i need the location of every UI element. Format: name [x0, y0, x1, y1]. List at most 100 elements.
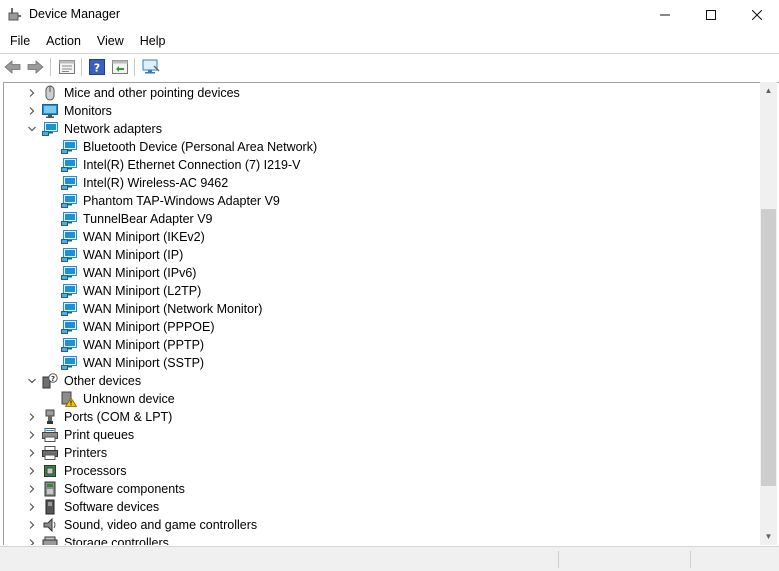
- chevron-right-icon[interactable]: [26, 411, 38, 423]
- menu-bar: File Action View Help: [0, 30, 779, 51]
- tree-device-row[interactable]: WAN Miniport (IP): [4, 246, 761, 264]
- tree-device-row[interactable]: Unknown device: [4, 390, 761, 408]
- tree-item-label: WAN Miniport (Network Monitor): [83, 302, 263, 316]
- tree-device-row[interactable]: WAN Miniport (PPTP): [4, 336, 761, 354]
- menu-action[interactable]: Action: [40, 34, 87, 48]
- network-adapter-icon: [61, 319, 77, 335]
- scroll-up-button[interactable]: ▲: [760, 82, 777, 99]
- tree-device-row[interactable]: Phantom TAP-Windows Adapter V9: [4, 192, 761, 210]
- tree-category-row[interactable]: Processors: [4, 462, 761, 480]
- device-manager-app-icon: [8, 7, 22, 21]
- chevron-right-icon[interactable]: [26, 537, 38, 545]
- tree-item-label: WAN Miniport (SSTP): [83, 356, 205, 370]
- menu-help[interactable]: Help: [134, 34, 172, 48]
- tree-item-label: TunnelBear Adapter V9: [83, 212, 213, 226]
- chevron-down-icon[interactable]: [26, 375, 38, 387]
- network-adapter-icon: [61, 211, 77, 227]
- toolbar-separator: [81, 58, 82, 76]
- tree-item-label: WAN Miniport (PPPOE): [83, 320, 215, 334]
- tree-category-row[interactable]: ? Other devices: [4, 372, 761, 390]
- tree-device-row[interactable]: WAN Miniport (PPPOE): [4, 318, 761, 336]
- menu-view[interactable]: View: [91, 34, 130, 48]
- tree-device-row[interactable]: Bluetooth Device (Personal Area Network): [4, 138, 761, 156]
- title-bar[interactable]: Device Manager: [0, 0, 779, 30]
- tree-category-row[interactable]: Storage controllers: [4, 534, 761, 545]
- printer-icon: [42, 445, 58, 461]
- network-adapter-icon: [61, 355, 77, 371]
- tree-device-row[interactable]: Intel(R) Ethernet Connection (7) I219-V: [4, 156, 761, 174]
- tree-device-row[interactable]: WAN Miniport (IKEv2): [4, 228, 761, 246]
- device-tree[interactable]: Mice and other pointing devices Monitors N…: [3, 82, 779, 545]
- chevron-right-icon[interactable]: [26, 519, 38, 531]
- help-icon[interactable]: ?: [87, 57, 107, 77]
- tree-item-label: WAN Miniport (IPv6): [83, 266, 197, 280]
- menu-file[interactable]: File: [4, 34, 36, 48]
- speaker-icon: [42, 517, 58, 533]
- vertical-scrollbar[interactable]: ▲ ▼: [760, 82, 777, 545]
- tree-category-row[interactable]: Mice and other pointing devices: [4, 84, 761, 102]
- tree-category-row[interactable]: Print queues: [4, 426, 761, 444]
- monitor-icon: [42, 103, 58, 119]
- svg-text:?: ?: [94, 62, 100, 75]
- tree-item-label: WAN Miniport (PPTP): [83, 338, 205, 352]
- network-adapter-icon: [61, 157, 77, 173]
- unknown-device-category-icon: ?: [42, 373, 58, 389]
- tree-item-label: Sound, video and game controllers: [64, 518, 258, 532]
- chevron-right-icon[interactable]: [26, 501, 38, 513]
- network-adapter-icon: [42, 121, 58, 137]
- tree-device-row[interactable]: TunnelBear Adapter V9: [4, 210, 761, 228]
- tree-category-row[interactable]: Printers: [4, 444, 761, 462]
- tree-device-row[interactable]: WAN Miniport (Network Monitor): [4, 300, 761, 318]
- properties-icon[interactable]: [57, 57, 77, 77]
- tree-item-label: WAN Miniport (IKEv2): [83, 230, 205, 244]
- network-adapter-icon: [61, 175, 77, 191]
- toolbar-separator: [134, 58, 135, 76]
- tree-item-label: Bluetooth Device (Personal Area Network): [83, 140, 318, 154]
- chevron-right-icon[interactable]: [26, 105, 38, 117]
- port-icon: [42, 409, 58, 425]
- network-adapter-icon: [61, 193, 77, 209]
- chevron-right-icon[interactable]: [26, 447, 38, 459]
- tree-item-label: Intel(R) Ethernet Connection (7) I219-V: [83, 158, 301, 172]
- minimize-button[interactable]: [642, 0, 688, 30]
- tree-category-row[interactable]: Sound, video and game controllers: [4, 516, 761, 534]
- tree-device-row[interactable]: WAN Miniport (L2TP): [4, 282, 761, 300]
- tree-device-row[interactable]: Intel(R) Wireless-AC 9462: [4, 174, 761, 192]
- network-adapter-icon: [61, 265, 77, 281]
- tree-item-label: Storage controllers: [64, 536, 169, 545]
- tree-category-row[interactable]: Monitors: [4, 102, 761, 120]
- update-driver-icon[interactable]: [110, 57, 130, 77]
- tree-category-row[interactable]: Software components: [4, 480, 761, 498]
- toolbar: ?: [0, 53, 779, 79]
- chevron-right-icon[interactable]: [26, 465, 38, 477]
- network-adapter-icon: [61, 139, 77, 155]
- tree-device-row[interactable]: WAN Miniport (IPv6): [4, 264, 761, 282]
- status-divider: [558, 551, 559, 568]
- processor-icon: [42, 463, 58, 479]
- chevron-right-icon[interactable]: [26, 87, 38, 99]
- network-adapter-icon: [61, 247, 77, 263]
- monitor-scan-icon[interactable]: [141, 57, 161, 77]
- scroll-down-button[interactable]: ▼: [760, 528, 777, 545]
- back-arrow-icon[interactable]: [3, 57, 23, 77]
- tree-category-row[interactable]: Network adapters: [4, 120, 761, 138]
- chevron-right-icon[interactable]: [26, 429, 38, 441]
- svg-text:?: ?: [51, 375, 55, 383]
- close-button[interactable]: [734, 0, 779, 30]
- tree-item-label: Other devices: [64, 374, 142, 388]
- chevron-right-icon[interactable]: [26, 483, 38, 495]
- tree-item-label: Software components: [64, 482, 185, 496]
- warning-device-icon: [61, 391, 77, 407]
- maximize-button[interactable]: [688, 0, 734, 30]
- tree-item-label: Network adapters: [64, 122, 162, 136]
- window-title: Device Manager: [29, 7, 121, 21]
- scroll-thumb[interactable]: [761, 209, 776, 486]
- tree-device-row[interactable]: WAN Miniport (SSTP): [4, 354, 761, 372]
- forward-arrow-icon[interactable]: [25, 57, 45, 77]
- network-adapter-icon: [61, 229, 77, 245]
- software-device-icon: [42, 499, 58, 515]
- tree-category-row[interactable]: Software devices: [4, 498, 761, 516]
- tree-category-row[interactable]: Ports (COM & LPT): [4, 408, 761, 426]
- chevron-down-icon[interactable]: [26, 123, 38, 135]
- software-component-icon: [42, 481, 58, 497]
